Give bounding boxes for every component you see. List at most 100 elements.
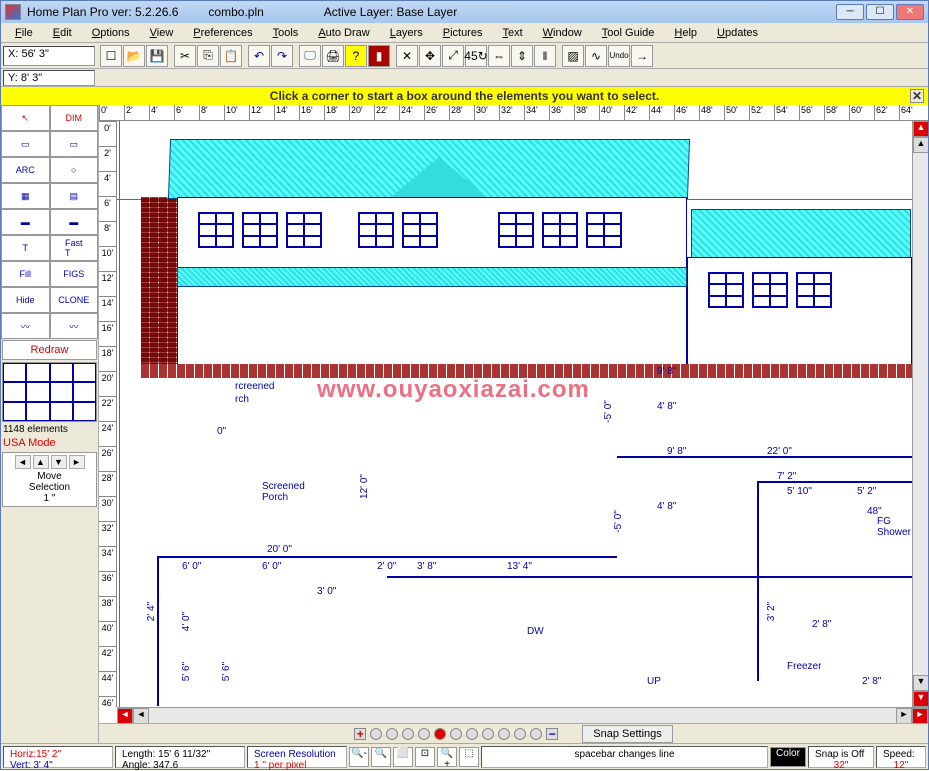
tool-t[interactable]: T: [1, 235, 50, 261]
menu-updates[interactable]: Updates: [707, 25, 768, 41]
layer-dot-active[interactable]: [434, 728, 446, 740]
pattern-grid[interactable]: [2, 362, 97, 422]
layer-dot[interactable]: [370, 728, 382, 740]
menu-edit[interactable]: Edit: [43, 25, 82, 41]
menubar: FileEditOptionsViewPreferencesToolsAuto …: [1, 23, 928, 43]
close-button[interactable]: ✕: [896, 4, 924, 20]
layer-dot[interactable]: [482, 728, 494, 740]
scroll-right-button[interactable]: ►: [912, 708, 928, 724]
move-right-icon[interactable]: ►: [69, 455, 85, 469]
banner-close[interactable]: ✕: [910, 89, 924, 103]
tool-tool16[interactable]: 〰: [1, 313, 50, 339]
curve-tool-icon[interactable]: ∿: [585, 45, 607, 67]
help-icon[interactable]: ?: [345, 45, 367, 67]
minimize-button[interactable]: ─: [836, 4, 864, 20]
move-icon[interactable]: ✥: [419, 45, 441, 67]
menu-pictures[interactable]: Pictures: [433, 25, 493, 41]
scroll-up-button[interactable]: ▲: [913, 121, 928, 137]
move-left-icon[interactable]: ◄: [15, 455, 31, 469]
menu-file[interactable]: File: [5, 25, 43, 41]
tool-tool2[interactable]: ▭: [1, 131, 50, 157]
tool-hide[interactable]: Hide: [1, 287, 50, 313]
tool-tool17[interactable]: 〰: [50, 313, 99, 339]
layer-dot[interactable]: [386, 728, 398, 740]
coord-x: X: 56' 3": [3, 46, 95, 66]
open-file-icon[interactable]: 📂: [123, 45, 145, 67]
tool-figs[interactable]: FIGS: [50, 261, 99, 287]
save-icon[interactable]: 💾: [146, 45, 168, 67]
scroll-down-button[interactable]: ▼: [913, 691, 928, 707]
menu-view[interactable]: View: [140, 25, 184, 41]
redraw-button[interactable]: Redraw: [2, 340, 97, 360]
tool-fill[interactable]: Fill: [1, 261, 50, 287]
zoom-out-icon[interactable]: 🔍-: [349, 747, 369, 767]
menu-text[interactable]: Text: [492, 25, 532, 41]
flip-v-icon[interactable]: ⇕: [511, 45, 533, 67]
tool-tool0[interactable]: ↖: [1, 105, 50, 131]
layer-dot[interactable]: [498, 728, 510, 740]
layer-dot[interactable]: [450, 728, 462, 740]
zoom-fit-icon[interactable]: ⬜: [393, 747, 413, 767]
redo-icon[interactable]: ↷: [271, 45, 293, 67]
menu-tools[interactable]: Tools: [263, 25, 309, 41]
tool-fast t[interactable]: Fast T: [50, 235, 99, 261]
move-distance: 1 ": [5, 493, 94, 504]
tool-dim[interactable]: DIM: [50, 105, 99, 131]
scroll-left-button[interactable]: ◄: [117, 708, 133, 724]
drawing-canvas[interactable]: www.ouyaoxiazai.com 9' 8" 4' 8" -5' 0" 9…: [117, 121, 912, 707]
flip-h-icon[interactable]: ⇔: [488, 45, 510, 67]
undo-icon[interactable]: ↶: [248, 45, 270, 67]
tool-clone[interactable]: CLONE: [50, 287, 99, 313]
move-up-icon[interactable]: ▲: [33, 455, 49, 469]
copy-icon[interactable]: ⎘: [197, 45, 219, 67]
zoom-all-icon[interactable]: ⬚: [459, 747, 479, 767]
tool-tool9[interactable]: ▬: [50, 209, 99, 235]
color-button[interactable]: Color: [770, 747, 806, 767]
menu-preferences[interactable]: Preferences: [183, 25, 262, 41]
tool-tool6[interactable]: ▦: [1, 183, 50, 209]
undo2-icon[interactable]: Undo: [608, 45, 630, 67]
tool-arc[interactable]: ARC: [1, 157, 50, 183]
zoom-icon[interactable]: 🔍: [371, 747, 391, 767]
menu-options[interactable]: Options: [82, 25, 140, 41]
line-tool-icon[interactable]: ▨: [562, 45, 584, 67]
layer-dot[interactable]: [418, 728, 430, 740]
tool-tool5[interactable]: ○: [50, 157, 99, 183]
delete-icon[interactable]: ✕: [396, 45, 418, 67]
move-down-icon[interactable]: ▼: [51, 455, 67, 469]
remove-layer-icon[interactable]: −: [546, 728, 558, 740]
maximize-button[interactable]: ☐: [866, 4, 894, 20]
move-label: Move: [5, 471, 94, 482]
resize-icon[interactable]: ⤢: [442, 45, 464, 67]
tool-tool7[interactable]: ▤: [50, 183, 99, 209]
rotate-icon[interactable]: 45↻: [465, 45, 487, 67]
exit-icon[interactable]: ▮: [368, 45, 390, 67]
zoom-window-icon[interactable]: ⊡: [415, 747, 435, 767]
add-layer-icon[interactable]: +: [354, 728, 366, 740]
snap-settings-button[interactable]: Snap Settings: [582, 725, 673, 743]
menu-help[interactable]: Help: [664, 25, 707, 41]
print-icon[interactable]: 🖨: [322, 45, 344, 67]
align-icon[interactable]: ‖: [534, 45, 556, 67]
zoom-in-icon[interactable]: 🔍+: [437, 747, 457, 767]
layer-dot[interactable]: [402, 728, 414, 740]
menu-tool-guide[interactable]: Tool Guide: [592, 25, 665, 41]
tool-tool3[interactable]: ▭: [50, 131, 99, 157]
paste-icon[interactable]: 📋: [220, 45, 242, 67]
tool-tool8[interactable]: ▬: [1, 209, 50, 235]
arrow-right-icon[interactable]: →: [631, 45, 653, 67]
layer-dot[interactable]: [466, 728, 478, 740]
scrollbar-vertical[interactable]: ▲ ▲ ▼ ▼: [912, 121, 928, 707]
new-file-icon[interactable]: ☐: [100, 45, 122, 67]
titlebar: Home Plan Pro ver: 5.2.26.6 combo.pln Ac…: [1, 1, 928, 23]
status-res-label: Screen Resolution: [254, 749, 340, 760]
layer-dot[interactable]: [514, 728, 526, 740]
menu-layers[interactable]: Layers: [380, 25, 433, 41]
scrollbar-horizontal[interactable]: ◄ ◄ ► ►: [117, 707, 928, 723]
menu-window[interactable]: Window: [533, 25, 592, 41]
menu-auto-draw[interactable]: Auto Draw: [308, 25, 379, 41]
layer-dot[interactable]: [530, 728, 542, 740]
screen-icon[interactable]: 🖵: [299, 45, 321, 67]
cut-icon[interactable]: ✂: [174, 45, 196, 67]
app-icon: [5, 4, 21, 20]
